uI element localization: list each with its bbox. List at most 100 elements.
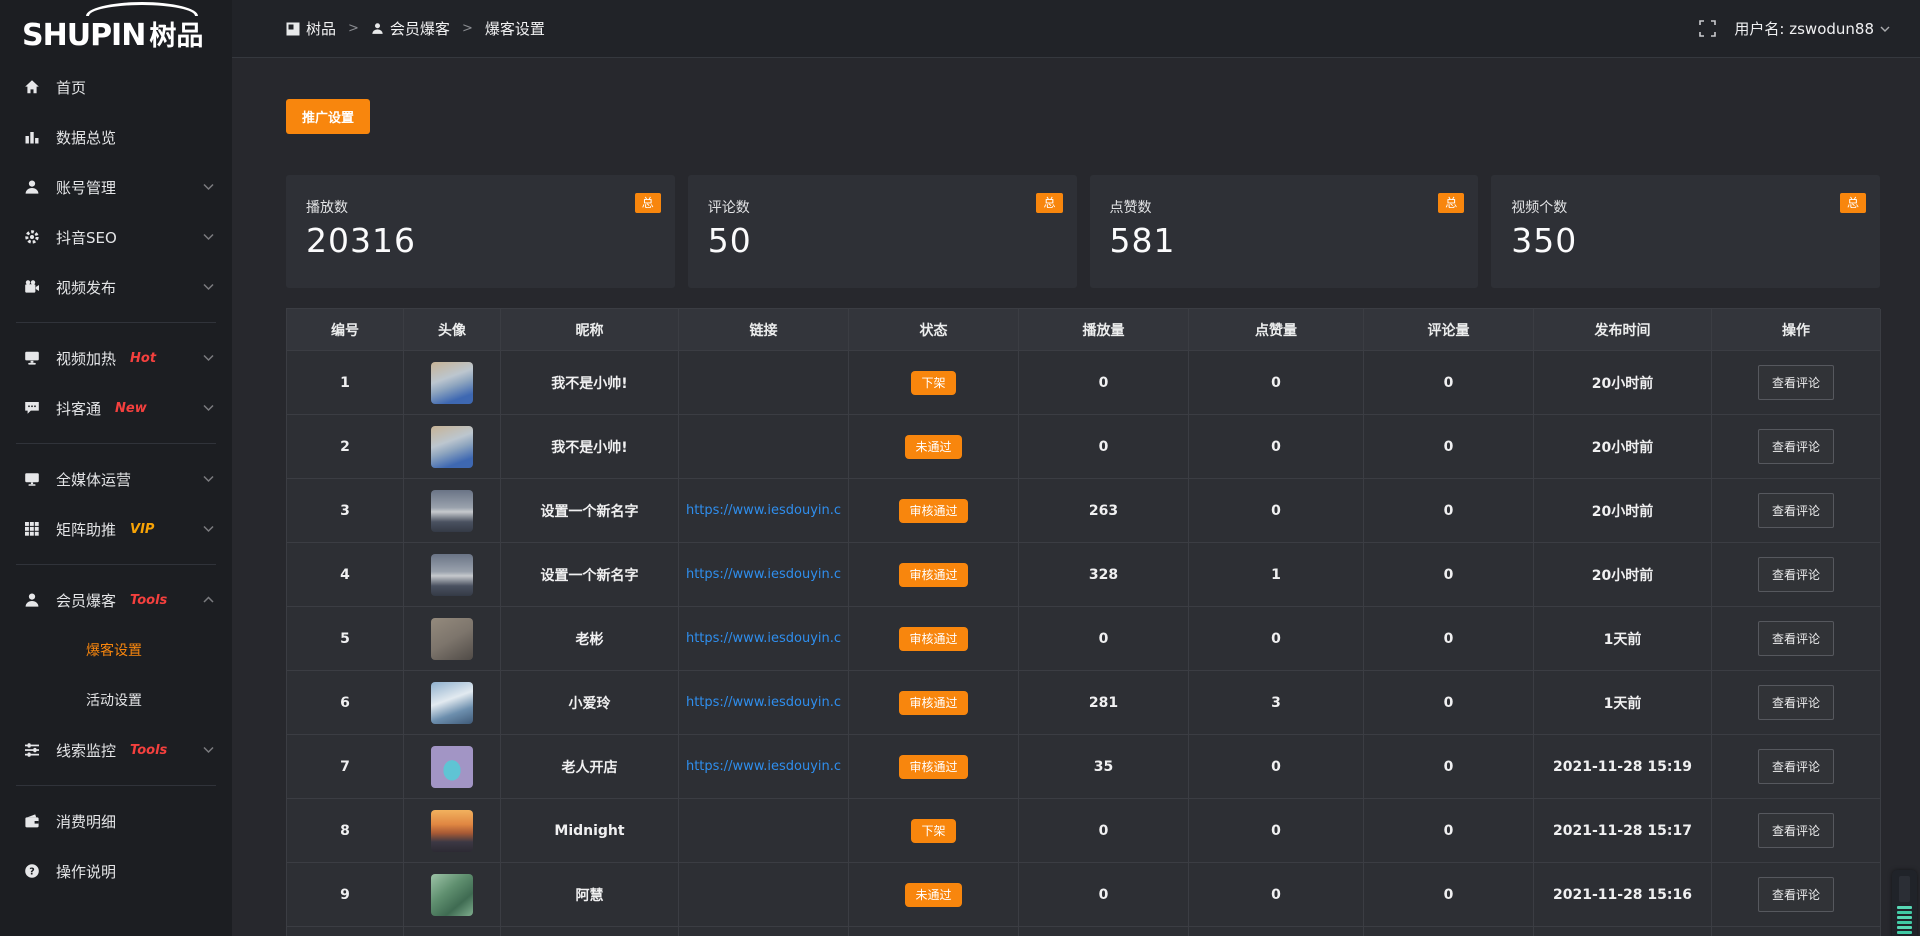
sidebar-item-label: 消费明细 — [56, 811, 116, 832]
cell-nickname: 小爱玲 — [501, 671, 679, 735]
sidebar-item-label: 爆客设置 — [86, 640, 142, 660]
avatar — [431, 362, 473, 404]
cell-plays: 0 — [1019, 863, 1189, 927]
cell-plays: 263 — [1019, 479, 1189, 543]
view-comments-button[interactable]: 查看评论 — [1758, 877, 1834, 912]
cell-time: 20小时前 — [1534, 351, 1712, 415]
sidebar-divider — [16, 564, 216, 565]
cell-nickname: 我不是小帅! — [501, 415, 679, 479]
cell-likes: 3 — [1189, 671, 1364, 735]
sidebar-item-member-baoke[interactable]: 会员爆客 Tools — [0, 575, 232, 625]
gear-icon — [24, 229, 40, 245]
sidebar-item-instructions[interactable]: ? 操作说明 — [0, 846, 232, 896]
chevron-down-icon — [203, 747, 214, 754]
sliders-icon — [24, 742, 40, 758]
dashboard-icon — [286, 22, 300, 36]
sidebar-item-omni-media[interactable]: 全媒体运营 — [0, 454, 232, 504]
col-header-id: 编号 — [287, 309, 404, 351]
view-comments-button[interactable]: 查看评论 — [1758, 813, 1834, 848]
video-link[interactable]: https://www.iesdouyin.c — [686, 759, 841, 774]
cell-status: 未通过 — [849, 863, 1019, 927]
breadcrumb-item-home[interactable]: 树品 — [286, 18, 336, 39]
cell-comments: 0 — [1364, 543, 1534, 607]
video-link[interactable]: https://www.iesdouyin.c — [686, 503, 841, 518]
floating-widget[interactable] — [1892, 870, 1917, 936]
cell-plays: 0 — [1019, 799, 1189, 863]
cell-avatar — [404, 607, 501, 671]
cell-nickname — [501, 927, 679, 936]
status-badge: 下架 — [911, 371, 955, 395]
view-comments-button[interactable]: 查看评论 — [1758, 621, 1834, 656]
home-icon — [24, 79, 40, 95]
sidebar-item-doukutong[interactable]: 抖客通 New — [0, 383, 232, 433]
sidebar-divider — [16, 785, 216, 786]
sidebar-item-label: 矩阵助推 — [56, 519, 116, 540]
view-comments-button[interactable]: 查看评论 — [1758, 493, 1834, 528]
promo-settings-button[interactable]: 推广设置 — [286, 99, 370, 134]
table-row: 5 老彬 https://www.iesdouyin.c 审核通过 0 0 0 … — [287, 607, 1880, 671]
help-icon: ? — [24, 863, 40, 879]
view-comments-button[interactable]: 查看评论 — [1758, 365, 1834, 400]
video-link[interactable]: https://www.iesdouyin.c — [686, 695, 841, 710]
cell-nickname: 老人开店 — [501, 735, 679, 799]
sidebar-item-video-heat[interactable]: 视频加热 Hot — [0, 333, 232, 383]
sidebar-item-label: 首页 — [56, 77, 86, 98]
cell-id: 1 — [287, 351, 404, 415]
sidebar-item-home[interactable]: 首页 — [0, 62, 232, 112]
stat-label: 评论数 — [708, 197, 1057, 217]
cell-link: https://www.iesdouyin.c — [679, 543, 849, 607]
view-comments-button[interactable]: 查看评论 — [1758, 749, 1834, 784]
sidebar-item-video-publish[interactable]: 视频发布 — [0, 262, 232, 312]
sidebar-item-data-overview[interactable]: 数据总览 — [0, 112, 232, 162]
cell-likes: 0 — [1189, 735, 1364, 799]
view-comments-button[interactable]: 查看评论 — [1758, 429, 1834, 464]
cell-status: 审核通过 — [849, 479, 1019, 543]
video-link[interactable]: https://www.iesdouyin.c — [686, 631, 841, 646]
total-badge: 总 — [635, 193, 661, 213]
tools-badge: Tools — [130, 593, 167, 608]
status-badge: 审核通过 — [899, 499, 967, 523]
breadcrumb-item-member[interactable]: 会员爆客 — [371, 18, 450, 39]
avatar — [431, 426, 473, 468]
sidebar-item-label: 线索监控 — [56, 740, 116, 761]
table-row: 3 设置一个新名字 https://www.iesdouyin.c 审核通过 2… — [287, 479, 1880, 543]
sidebar-item-label: 数据总览 — [56, 127, 116, 148]
level-bar — [1897, 921, 1912, 924]
cell-time: 2021-11-28 15:17 — [1534, 799, 1712, 863]
logo-text-cn: 树品 — [149, 21, 203, 52]
view-comments-button[interactable]: 查看评论 — [1758, 557, 1834, 592]
sidebar-item-account-mgmt[interactable]: 账号管理 — [0, 162, 232, 212]
cell-link — [679, 927, 849, 936]
username-label: 用户名: — [1734, 18, 1784, 39]
col-header-avatar: 头像 — [404, 309, 501, 351]
sidebar-item-douyin-seo[interactable]: 抖音SEO — [0, 212, 232, 262]
view-comments-button[interactable]: 查看评论 — [1758, 685, 1834, 720]
sidebar-subitem-activity-settings[interactable]: 活动设置 — [0, 675, 232, 725]
user-menu[interactable]: 用户名: zswodun88 — [1734, 18, 1890, 39]
sidebar-item-consumption-detail[interactable]: 消费明细 — [0, 796, 232, 846]
cell-link: https://www.iesdouyin.c — [679, 607, 849, 671]
fullscreen-icon[interactable] — [1699, 20, 1716, 37]
breadcrumb-label: 树品 — [306, 18, 336, 39]
sidebar: SHUPIN树品 首页 数据总览 账号管理 抖音SEO 视频发布 视频加热 Ho… — [0, 0, 232, 936]
cell-link: https://www.iesdouyin.c — [679, 671, 849, 735]
cell-likes: 0 — [1189, 863, 1364, 927]
logo-text-en: SHUPIN — [22, 18, 145, 53]
cell-status — [849, 927, 1019, 936]
sidebar-item-label: 账号管理 — [56, 177, 116, 198]
breadcrumb-item-current[interactable]: 爆客设置 — [485, 18, 545, 39]
sidebar-item-lead-monitor[interactable]: 线索监控 Tools — [0, 725, 232, 775]
status-badge: 审核通过 — [899, 627, 967, 651]
cell-comments: 0 — [1364, 863, 1534, 927]
cell-link — [679, 415, 849, 479]
sidebar-subitem-baoke-settings[interactable]: 爆客设置 — [0, 625, 232, 675]
cell-actions: 查看评论 — [1712, 671, 1881, 735]
video-link[interactable]: https://www.iesdouyin.c — [686, 567, 841, 582]
col-header-nickname: 昵称 — [501, 309, 679, 351]
display-icon — [24, 350, 40, 366]
col-header-likes: 点赞量 — [1189, 309, 1364, 351]
svg-text:?: ? — [29, 866, 35, 877]
cell-comments: 0 — [1364, 607, 1534, 671]
cell-nickname: 设置一个新名字 — [501, 543, 679, 607]
sidebar-item-matrix-boost[interactable]: 矩阵助推 VIP — [0, 504, 232, 554]
